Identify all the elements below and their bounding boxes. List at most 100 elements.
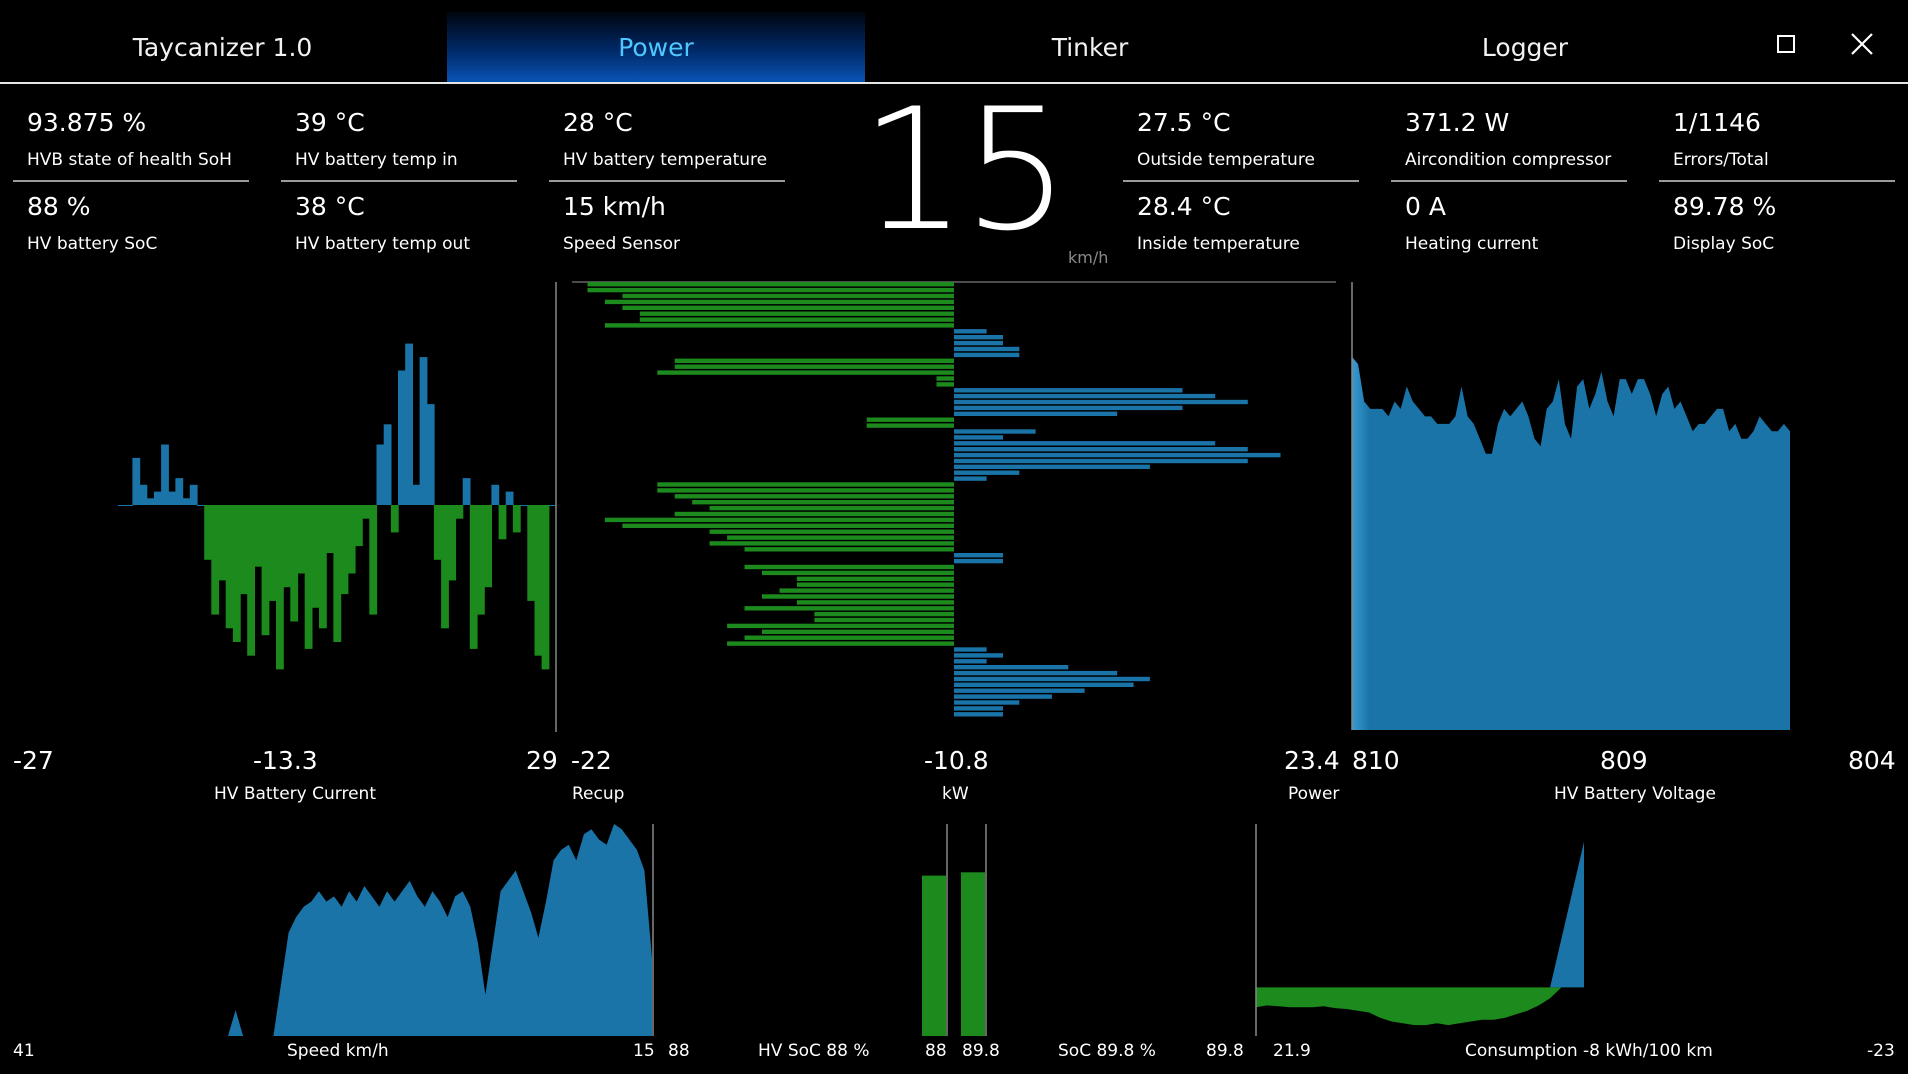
power-bar (954, 340, 1003, 346)
power-left: -22 (571, 746, 612, 775)
power-bar (587, 282, 954, 287)
power-bar (762, 570, 954, 576)
power-bar (954, 399, 1248, 405)
power-bar (954, 553, 1003, 558)
current-bar (362, 505, 370, 519)
voltage-area (1352, 356, 1790, 730)
current-bar (369, 505, 378, 615)
power-bar (814, 617, 954, 623)
consumption-area-negative (1256, 987, 1584, 1026)
speed-chart-right: 15 (633, 1041, 655, 1061)
current-bar (405, 343, 413, 505)
current-bar (534, 505, 543, 656)
power-bar (674, 364, 954, 369)
power-right: 23.4 (1284, 746, 1340, 775)
current-bar (376, 444, 385, 505)
current-bar (390, 505, 399, 533)
current-bar (276, 505, 284, 670)
current-bar (527, 505, 536, 601)
current-bar (326, 505, 334, 553)
power-bar (796, 576, 954, 581)
consumption-area-positive (1550, 841, 1584, 988)
power-bar (727, 623, 954, 629)
current-bar (383, 424, 392, 505)
current-bar (189, 484, 198, 505)
soc-chart-label2: SoC 89.8 % (1058, 1041, 1156, 1061)
current-bar (355, 505, 363, 547)
power-bar (796, 582, 954, 587)
current-bar (132, 457, 141, 505)
power-bar (954, 647, 987, 652)
power-bar (936, 376, 954, 381)
power-bar (954, 429, 1036, 434)
power-bar (657, 488, 954, 493)
current-bar (340, 505, 349, 595)
power-bar (954, 712, 1003, 717)
speed-chart-label: Speed km/h (287, 1041, 389, 1061)
power-bar (954, 700, 1020, 705)
current-bar (477, 505, 485, 615)
soc-chart-mid2: 89.8 (962, 1041, 1000, 1061)
current-bar (218, 505, 227, 581)
power-bar (622, 293, 954, 299)
power-bar (709, 505, 954, 511)
power-bar (954, 706, 1003, 711)
current-bar (448, 505, 457, 581)
power-bar (954, 441, 1216, 446)
current-bar (426, 404, 435, 505)
power-bar (954, 452, 1281, 458)
power-mid-label: kW (942, 784, 969, 804)
soc-chart-left: 88 (668, 1041, 690, 1061)
current-bar (232, 505, 241, 642)
soc-chart-mid1: 88 (925, 1041, 947, 1061)
soc-bar (922, 875, 946, 1036)
power-bar (954, 659, 987, 664)
current-bar (311, 505, 320, 608)
power-bar (954, 665, 1069, 670)
power-bar (744, 606, 954, 611)
current-bar (139, 484, 148, 505)
current-bar (118, 505, 126, 506)
power-bar (709, 541, 954, 546)
soc-bar (961, 872, 985, 1036)
power-bar (657, 482, 954, 487)
power-bar (954, 694, 1052, 699)
current-bar (182, 498, 191, 505)
power-bar (954, 676, 1150, 682)
power-bar (866, 417, 954, 422)
voltage-right: 804 (1848, 746, 1896, 775)
current-bar (347, 505, 356, 574)
power-bar (674, 494, 954, 499)
current-bar (125, 505, 133, 506)
power-bar (954, 682, 1134, 687)
current-bar (333, 505, 342, 642)
current-label: HV Battery Current (214, 784, 376, 804)
current-bar (455, 505, 464, 519)
current-bar (304, 505, 313, 649)
current-bar (254, 505, 263, 567)
power-bar (814, 611, 954, 617)
consumption-chart-left: 21.9 (1273, 1041, 1311, 1061)
power-bar (954, 476, 987, 481)
power-mid: -10.8 (924, 746, 989, 775)
voltage-label: HV Battery Voltage (1554, 784, 1716, 804)
power-bar (954, 558, 1003, 564)
current-bar (484, 505, 492, 588)
soc-chart-right: 89.8 (1206, 1041, 1244, 1061)
current-bar (505, 491, 514, 505)
current-bar (211, 505, 220, 615)
current-bar (175, 478, 184, 505)
power-bar (639, 317, 954, 322)
power-bar (762, 594, 954, 599)
power-bar (622, 305, 954, 310)
power-bar (727, 535, 954, 540)
power-bar (954, 458, 1248, 464)
power-bar (622, 523, 954, 528)
speed-chart-left: 41 (13, 1041, 35, 1061)
current-bar (161, 444, 169, 505)
current-bar (168, 491, 177, 505)
consumption-chart-label: Consumption -8 kWh/100 km (1465, 1041, 1713, 1061)
current-bar (512, 505, 521, 533)
power-bar (954, 447, 1248, 452)
power-bar (954, 335, 1003, 340)
